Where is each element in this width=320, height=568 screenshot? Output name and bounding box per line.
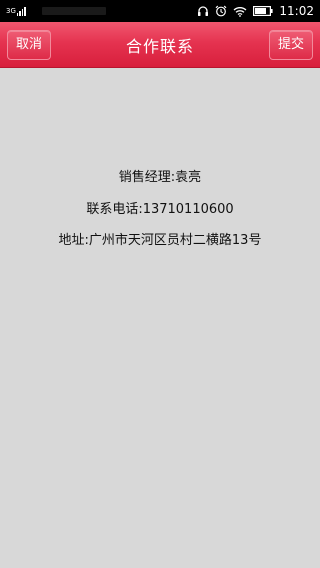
- signal-indicator: 3G: [6, 4, 27, 18]
- status-bar: 3G 11:02: [0, 0, 320, 22]
- redacted-carrier: [42, 7, 106, 15]
- header-bar: 取消 合作联系 提交: [0, 22, 320, 68]
- status-icons: 11:02: [191, 2, 314, 20]
- sales-manager-text: 销售经理:袁亮: [118, 170, 202, 185]
- contact-phone-text: 联系电话:13710110600: [86, 202, 234, 217]
- headphones-icon: [198, 6, 209, 16]
- alarm-icon: [215, 5, 227, 17]
- wifi-icon: [233, 6, 247, 17]
- address-text: 地址:广州市天河区员村二横路13号: [58, 233, 262, 248]
- network-type: 3G: [6, 7, 16, 15]
- battery-icon: [253, 6, 274, 16]
- submit-button[interactable]: 提交: [269, 30, 313, 60]
- clock: 11:02: [279, 4, 314, 18]
- signal-icon: [16, 6, 27, 16]
